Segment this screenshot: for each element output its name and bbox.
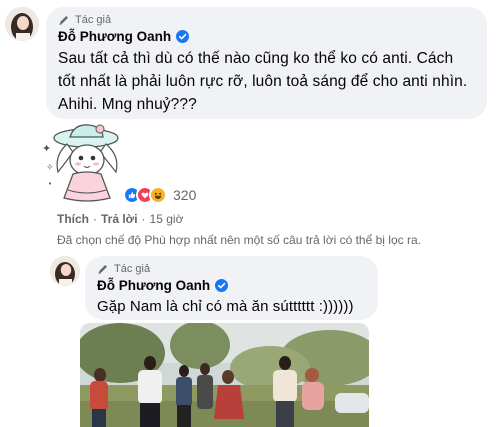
filter-notice: Đã chọn chế độ Phù hợp nhất nên một số c…: [57, 233, 421, 247]
svg-text:•: •: [48, 180, 52, 188]
verified-badge-icon: [176, 30, 190, 43]
pen-icon: [98, 265, 107, 274]
comment-actions: Thích · Trả lời · 15 giờ: [57, 212, 183, 226]
reaction-summary[interactable]: 320: [123, 184, 196, 206]
reply-author-avatar[interactable]: [50, 256, 80, 286]
sticker-image[interactable]: ✦ ✧ •: [40, 122, 130, 204]
verified-badge-icon: [215, 279, 229, 292]
svg-text:✧: ✧: [46, 163, 54, 173]
author-tag-label: Tác giả: [114, 263, 151, 275]
reply-text: Gặp Nam là chỉ có mà ăn sútttttt :)))))): [97, 298, 354, 315]
author-tag-label: Tác giả: [75, 14, 112, 26]
pen-icon: [59, 16, 68, 25]
comment-bubble: Tác giả Đỗ Phương Oanh Sau tất cả thì dù…: [46, 7, 487, 119]
haha-icon: [149, 186, 167, 204]
author-name[interactable]: Đỗ Phương Oanh: [58, 29, 171, 44]
separator-dot: ·: [141, 212, 146, 226]
comment-timestamp[interactable]: 15 giờ: [150, 212, 184, 226]
author-avatar[interactable]: [5, 7, 39, 41]
author-tag: Tác giả: [58, 13, 475, 27]
reply-bubble: Tác giả Đỗ Phương Oanh Gặp Nam là chỉ có…: [85, 256, 378, 320]
reply-button[interactable]: Trả lời: [101, 212, 138, 226]
reaction-count: 320: [173, 187, 197, 203]
attached-photo[interactable]: [80, 323, 369, 427]
separator-dot: ·: [93, 212, 97, 226]
svg-text:✦: ✦: [42, 142, 51, 155]
reply-author-name[interactable]: Đỗ Phương Oanh: [97, 278, 210, 293]
like-button[interactable]: Thích: [57, 212, 89, 226]
comment-text: Sau tất cả thì dù có thế nào cũng ko thể…: [58, 50, 468, 113]
author-tag: Tác giả: [97, 262, 366, 276]
